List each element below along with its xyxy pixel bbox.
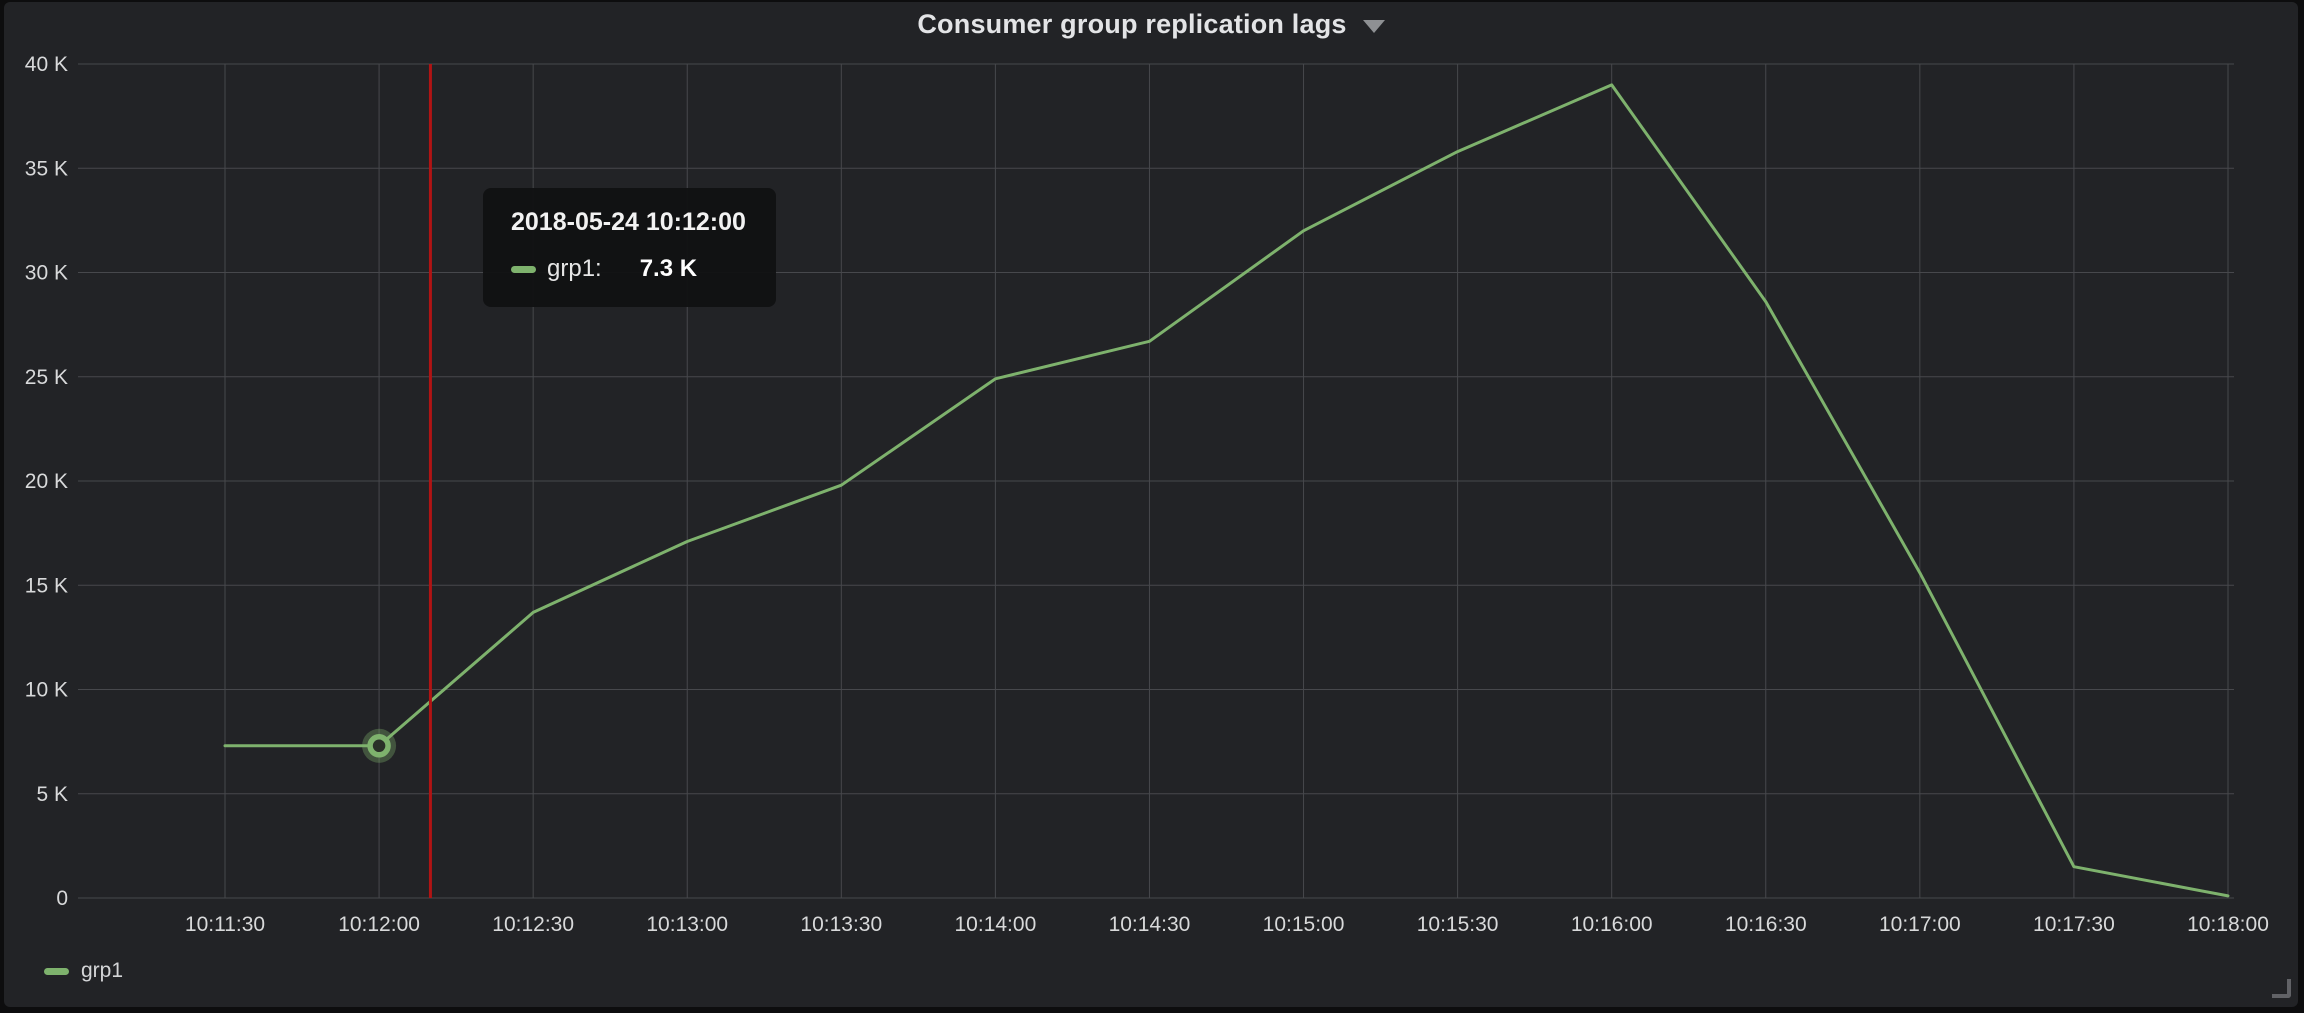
grid-lines [78, 64, 2234, 898]
legend-item-grp1[interactable]: grp1 [44, 959, 123, 983]
y-axis-labels: 0 5 K 10 K 15 K 20 K 25 K 30 K 35 K 40 K [25, 53, 68, 910]
svg-text:10:16:00: 10:16:00 [1571, 913, 1653, 936]
svg-text:20 K: 20 K [25, 470, 68, 493]
svg-text:10:15:00: 10:15:00 [1263, 913, 1345, 936]
svg-text:10:17:00: 10:17:00 [1879, 913, 1961, 936]
panel-resize-handle-icon[interactable] [2272, 979, 2291, 998]
svg-text:0: 0 [56, 887, 68, 910]
line-chart-canvas[interactable]: 0 5 K 10 K 15 K 20 K 25 K 30 K 35 K 40 K 10:11:30… [4, 2, 2298, 1007]
series-line-grp1 [225, 85, 2228, 896]
svg-text:35 K: 35 K [25, 157, 68, 180]
legend-color-dash-icon [44, 968, 69, 975]
svg-text:10:14:30: 10:14:30 [1109, 913, 1191, 936]
svg-text:10:13:00: 10:13:00 [646, 913, 728, 936]
svg-text:10:13:30: 10:13:30 [800, 913, 882, 936]
svg-text:10:14:00: 10:14:00 [955, 913, 1037, 936]
hover-point-marker [362, 729, 396, 763]
svg-text:10:11:30: 10:11:30 [185, 913, 265, 936]
svg-text:10:12:30: 10:12:30 [492, 913, 574, 936]
svg-text:40 K: 40 K [25, 53, 68, 76]
svg-text:10:17:30: 10:17:30 [2033, 913, 2115, 936]
svg-text:5 K: 5 K [36, 783, 68, 806]
svg-text:10:18:00: 10:18:00 [2187, 913, 2269, 936]
graph-panel: Consumer group replication lags 05 K10 K… [4, 2, 2298, 1007]
svg-text:10 K: 10 K [25, 679, 68, 702]
x-axis-labels: 10:11:30 10:12:00 10:12:30 10:13:00 10:13:30… [185, 913, 2269, 936]
svg-text:10:15:30: 10:15:30 [1417, 913, 1499, 936]
svg-text:15 K: 15 K [25, 574, 68, 597]
svg-text:10:16:30: 10:16:30 [1725, 913, 1807, 936]
svg-text:25 K: 25 K [25, 366, 68, 389]
svg-text:30 K: 30 K [25, 262, 68, 285]
svg-text:10:12:00: 10:12:00 [338, 913, 420, 936]
legend-label: grp1 [81, 959, 123, 983]
